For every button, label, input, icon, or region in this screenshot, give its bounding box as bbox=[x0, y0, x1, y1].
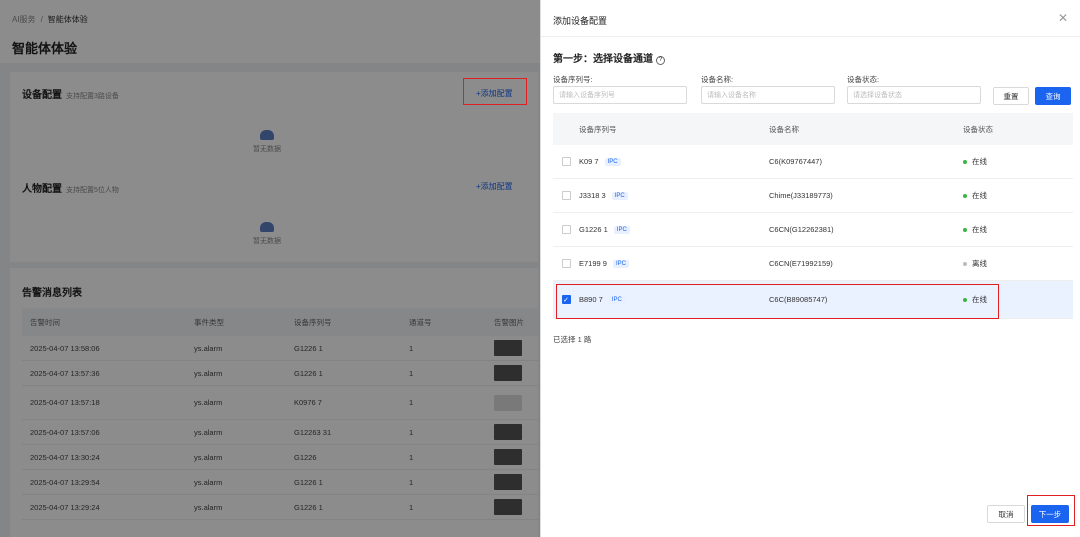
highlight-selected-row bbox=[556, 284, 999, 319]
device-table-row[interactable]: K09 7 IPC C6(K09767447) 在线 bbox=[553, 145, 1073, 179]
device-type-tag: IPC bbox=[611, 191, 628, 200]
serial-input[interactable] bbox=[553, 86, 687, 104]
device-status: 在线 bbox=[972, 191, 987, 200]
status-dot-icon bbox=[963, 159, 967, 164]
device-table-row[interactable]: G1226 1 IPC C6CN(G12262381) 在线 bbox=[553, 213, 1073, 247]
device-name: C6(K09767447) bbox=[769, 157, 822, 166]
row-checkbox[interactable] bbox=[561, 191, 571, 200]
drawer-title: 添加设备配置 bbox=[553, 16, 608, 26]
selected-count: 已选择 1 路 bbox=[553, 335, 592, 344]
row-checkbox[interactable] bbox=[561, 157, 571, 166]
close-icon[interactable]: ✕ bbox=[1058, 11, 1068, 25]
device-status: 在线 bbox=[972, 225, 987, 234]
device-type-tag: IPC bbox=[612, 259, 629, 268]
status-select[interactable] bbox=[847, 86, 981, 104]
device-table-header: 设备序列号 设备名称 设备状态 bbox=[553, 113, 1073, 145]
cancel-button[interactable]: 取消 bbox=[987, 505, 1025, 523]
name-label: 设备名称: bbox=[701, 75, 734, 84]
device-col-status: 设备状态 bbox=[963, 124, 993, 134]
help-icon[interactable]: ? bbox=[656, 56, 665, 65]
name-input[interactable] bbox=[701, 86, 835, 104]
device-name: C6CN(G12262381) bbox=[769, 225, 834, 234]
reset-button[interactable]: 重置 bbox=[993, 87, 1029, 105]
device-serial: G1226 1 bbox=[579, 225, 608, 234]
device-type-tag: IPC bbox=[613, 225, 630, 234]
highlight-next-button bbox=[1027, 495, 1075, 526]
step-title-text: 第一步：选择设备通道 bbox=[553, 54, 653, 65]
drawer-divider bbox=[541, 36, 1080, 37]
device-status: 在线 bbox=[972, 157, 987, 166]
status-dot-icon bbox=[963, 227, 967, 232]
serial-label: 设备序列号: bbox=[553, 75, 593, 84]
device-table-row[interactable]: J3318 3 IPC Chime(J33189773) 在线 bbox=[553, 179, 1073, 213]
device-serial: J3318 3 bbox=[579, 191, 606, 200]
device-name: C6CN(E71992159) bbox=[769, 259, 833, 268]
modal-mask[interactable] bbox=[0, 0, 540, 537]
status-label: 设备状态: bbox=[847, 75, 880, 84]
status-dot-icon bbox=[963, 193, 967, 198]
status-dot-icon bbox=[963, 261, 967, 266]
device-type-tag: IPC bbox=[604, 157, 621, 166]
device-name: Chime(J33189773) bbox=[769, 191, 833, 200]
highlight-add-config bbox=[463, 78, 527, 105]
device-serial: E7199 9 bbox=[579, 259, 607, 268]
device-serial: K09 7 bbox=[579, 157, 599, 166]
row-checkbox[interactable] bbox=[561, 225, 571, 234]
device-status: 离线 bbox=[972, 259, 987, 268]
step-title: 第一步：选择设备通道? bbox=[553, 50, 665, 65]
device-col-name: 设备名称 bbox=[769, 124, 799, 134]
device-table-row[interactable]: E7199 9 IPC C6CN(E71992159) 离线 bbox=[553, 247, 1073, 281]
row-checkbox[interactable] bbox=[561, 259, 571, 268]
query-button[interactable]: 查询 bbox=[1035, 87, 1071, 105]
device-col-serial: 设备序列号 bbox=[579, 124, 617, 134]
add-device-drawer: 添加设备配置 ✕ 第一步：选择设备通道? 设备序列号: 设备名称: 设备状态: … bbox=[540, 0, 1080, 537]
